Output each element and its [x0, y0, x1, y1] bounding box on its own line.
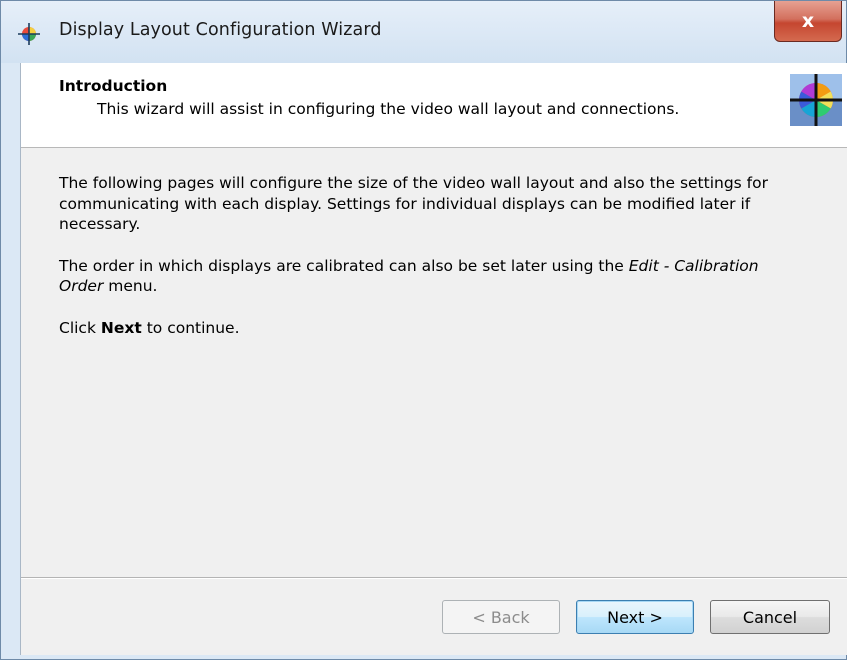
continue-next-word: Next	[100, 318, 142, 337]
close-icon: x	[801, 10, 815, 32]
wizard-body: The following pages will configure the s…	[59, 173, 779, 359]
page-subtitle: This wizard will assist in configuring t…	[97, 100, 680, 118]
page-title: Introduction	[59, 77, 168, 95]
wizard-header: Introduction This wizard will assist in …	[21, 63, 847, 148]
next-button[interactable]: Next >	[576, 600, 694, 634]
wizard-window: Display Layout Configuration Wizard x In…	[0, 0, 847, 660]
calibration-text: The order in which displays are calibrat…	[59, 256, 629, 275]
continue-paragraph: Click Next to continue.	[59, 318, 779, 339]
window-title: Display Layout Configuration Wizard	[59, 20, 382, 40]
calibration-text-end: menu.	[103, 277, 158, 295]
color-wheel-crosshair-icon	[790, 74, 842, 126]
color-wheel-icon	[18, 23, 40, 45]
wizard-page: Introduction This wizard will assist in …	[20, 63, 847, 655]
cancel-button[interactable]: Cancel	[710, 600, 830, 634]
intro-paragraph: The following pages will configure the s…	[59, 174, 768, 233]
button-separator	[21, 577, 847, 579]
close-button[interactable]: x	[774, 1, 842, 42]
calibration-paragraph: The order in which displays are calibrat…	[59, 256, 779, 297]
back-button[interactable]: < Back	[442, 600, 560, 634]
continue-text: Click	[59, 318, 101, 337]
continue-text-end: to continue.	[141, 318, 240, 337]
title-bar[interactable]: Display Layout Configuration Wizard x	[1, 1, 846, 63]
